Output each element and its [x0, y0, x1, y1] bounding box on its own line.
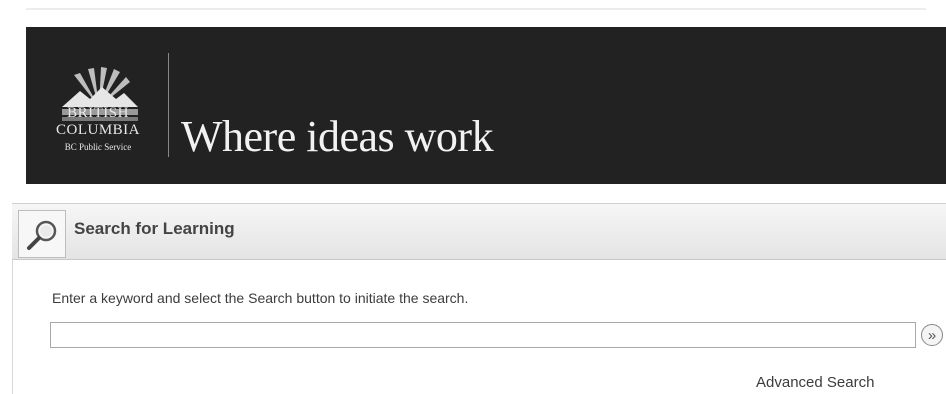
top-divider [26, 8, 926, 10]
header-banner: BRITISH COLUMBIA BC Public Service Where… [26, 27, 946, 184]
search-instructions: Enter a keyword and select the Search bu… [52, 290, 469, 306]
panel-left-border [12, 258, 13, 394]
top-strip [0, 0, 946, 26]
logo-line-columbia: COLUMBIA [55, 122, 140, 138]
logo-line-british: BRITISH [67, 105, 129, 121]
search-go-button[interactable]: » [921, 324, 943, 346]
search-input[interactable] [50, 322, 916, 348]
logo-line-public-service: BC Public Service [64, 142, 132, 152]
panel-title: Search for Learning [74, 219, 235, 238]
tagline: Where ideas work [181, 112, 494, 161]
bc-wordmark: BRITISH COLUMBIA BC Public Service [46, 106, 150, 152]
advanced-search-link[interactable]: Advanced Search [756, 374, 874, 391]
search-panel-header: Search for Learning [12, 203, 946, 260]
banner-divider [168, 53, 169, 157]
magnifier-icon [18, 210, 66, 258]
